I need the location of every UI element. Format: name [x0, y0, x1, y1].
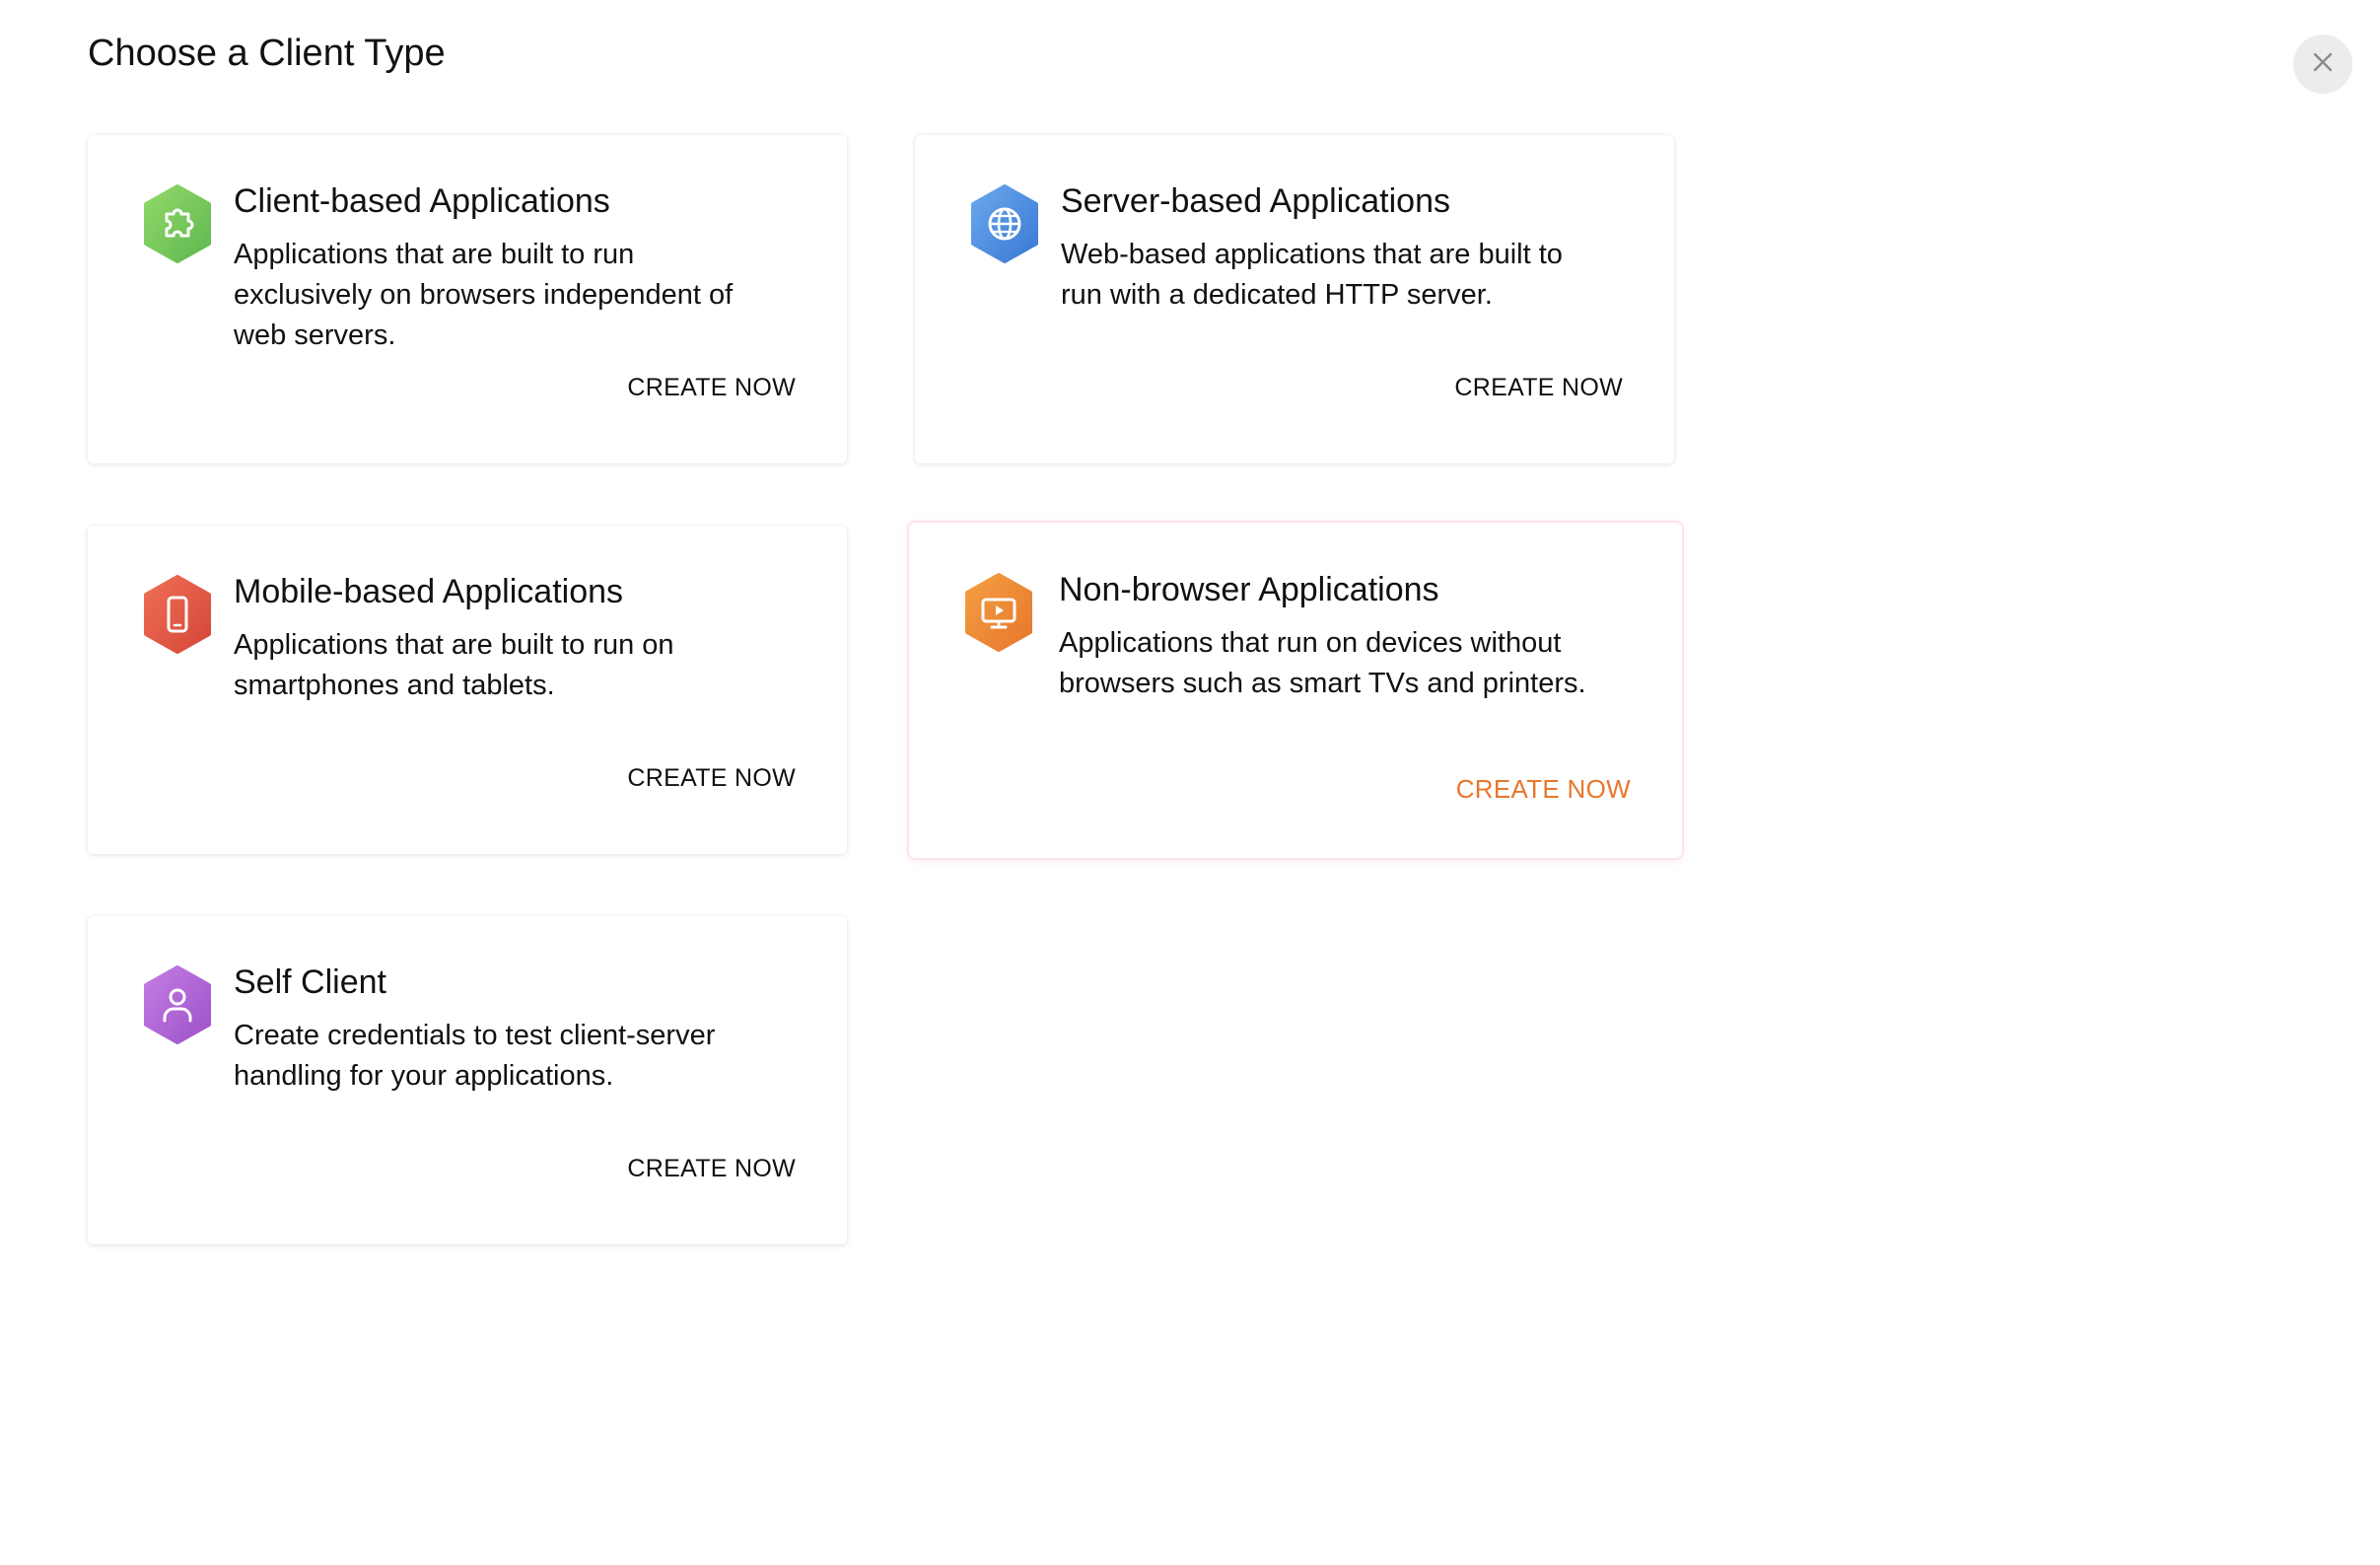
globe-icon — [969, 184, 1040, 263]
close-icon — [2311, 50, 2335, 79]
card-title: Client-based Applications — [234, 182, 610, 220]
client-based-card[interactable]: Client-based Applications Applications t… — [88, 135, 847, 463]
create-now-link[interactable]: CREATE NOW — [1454, 372, 1623, 403]
card-title: Mobile-based Applications — [234, 573, 624, 610]
page-title: Choose a Client Type — [88, 33, 446, 74]
card-description: Create credentials to test client-server… — [234, 1020, 716, 1092]
card-description: Applications that run on devices without… — [1059, 627, 1586, 699]
close-button[interactable] — [2293, 35, 2352, 94]
user-icon — [142, 965, 213, 1044]
puzzle-icon — [142, 184, 213, 263]
self-client-card[interactable]: Self Client Create credentials to test c… — [88, 916, 847, 1245]
create-now-link[interactable]: CREATE NOW — [627, 762, 796, 794]
card-description: Applications that are built to run exclu… — [234, 239, 734, 351]
mobile-based-card[interactable]: Mobile-based Applications Applications t… — [88, 526, 847, 854]
server-based-card[interactable]: Server-based Applications Web-based appl… — [915, 135, 1674, 463]
monitor-play-icon — [963, 573, 1034, 652]
non-browser-card[interactable]: Non-browser Applications Applications th… — [909, 523, 1682, 858]
create-now-link[interactable]: CREATE NOW — [627, 1153, 796, 1184]
create-now-link[interactable]: CREATE NOW — [627, 372, 796, 403]
card-title: Non-browser Applications — [1059, 571, 1439, 608]
card-title: Server-based Applications — [1061, 182, 1451, 220]
create-now-link[interactable]: CREATE NOW — [1456, 773, 1631, 805]
card-description: Web-based applications that are built to… — [1061, 239, 1563, 311]
smartphone-icon — [142, 575, 213, 654]
card-title: Self Client — [234, 963, 386, 1001]
card-description: Applications that are built to run on sm… — [234, 629, 674, 701]
